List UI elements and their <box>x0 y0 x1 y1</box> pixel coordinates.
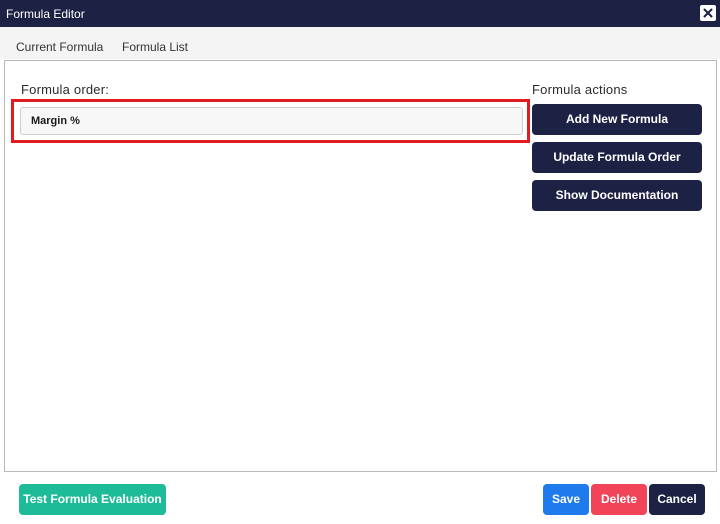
test-formula-evaluation-button[interactable]: Test Formula Evaluation <box>19 484 166 515</box>
formula-order-item-label: Margin % <box>31 115 80 127</box>
tab-formula-list[interactable]: Formula List <box>122 40 188 54</box>
tab-current-formula[interactable]: Current Formula <box>16 40 103 54</box>
delete-button[interactable]: Delete <box>591 484 647 515</box>
save-button[interactable]: Save <box>543 484 589 515</box>
close-icon <box>703 8 713 18</box>
window-title: Formula Editor <box>6 7 85 21</box>
title-bar: Formula Editor <box>0 0 720 27</box>
content-panel: Formula order: Margin % Formula actions … <box>4 60 717 472</box>
add-new-formula-button[interactable]: Add New Formula <box>532 104 702 135</box>
formula-actions-label: Formula actions <box>532 82 628 97</box>
cancel-button[interactable]: Cancel <box>649 484 705 515</box>
close-button[interactable] <box>700 5 716 21</box>
tab-bar: Current Formula Formula List <box>0 27 720 59</box>
show-documentation-button[interactable]: Show Documentation <box>532 180 702 211</box>
formula-editor-dialog: Formula Editor Current Formula Formula L… <box>0 0 720 524</box>
formula-order-item[interactable]: Margin % <box>20 107 523 135</box>
formula-order-label: Formula order: <box>21 82 110 97</box>
update-formula-order-button[interactable]: Update Formula Order <box>532 142 702 173</box>
